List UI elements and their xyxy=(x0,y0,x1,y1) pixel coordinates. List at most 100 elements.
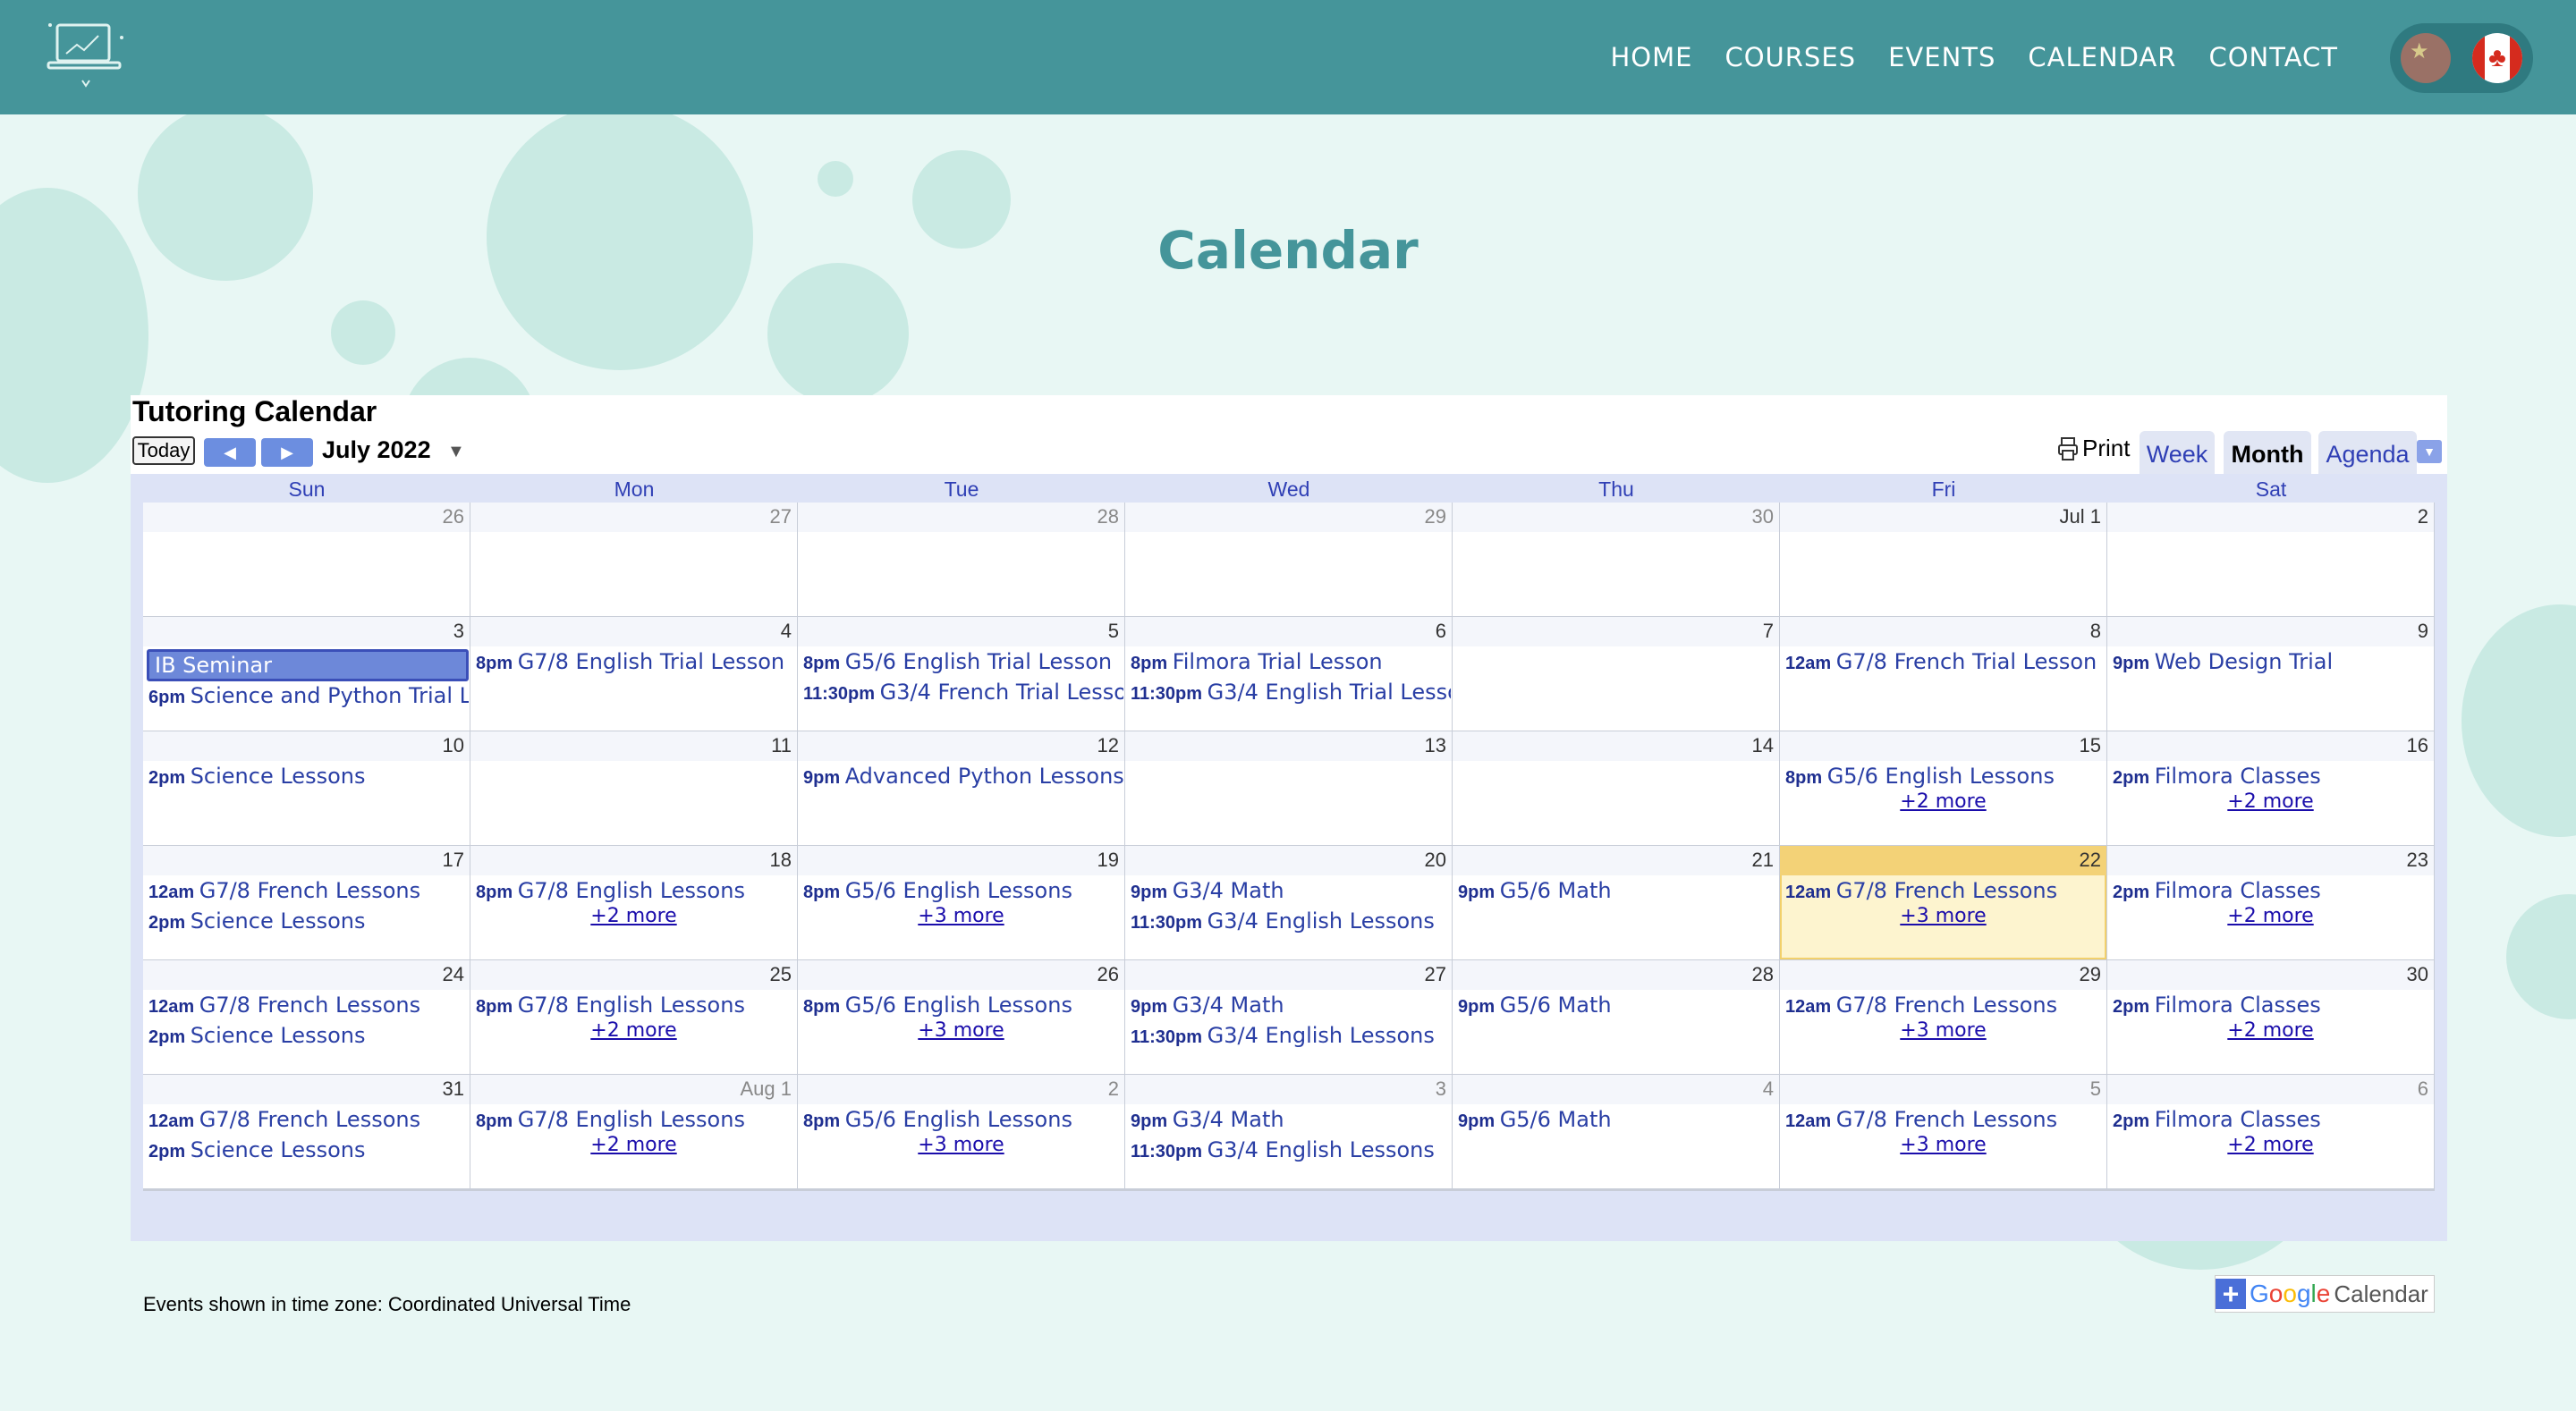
calendar-event[interactable]: 2pm Science Lessons xyxy=(148,908,469,934)
day-cell[interactable]: 13 xyxy=(1125,731,1452,845)
calendar-event[interactable]: 2pm Filmora Classes xyxy=(2113,993,2433,1018)
calendar-event[interactable]: 2pm Filmora Classes xyxy=(2113,1107,2433,1132)
day-cell[interactable]: 8 12am G7/8 French Trial Lesson xyxy=(1780,617,2106,731)
day-number[interactable]: 20 xyxy=(1125,846,1452,875)
day-cell[interactable]: 27 xyxy=(470,503,797,616)
day-number[interactable]: 22 xyxy=(1780,846,2106,875)
day-number[interactable]: 30 xyxy=(2107,960,2434,990)
day-cell[interactable]: 30 xyxy=(1453,503,1779,616)
day-number[interactable]: 4 xyxy=(470,617,797,646)
calendar-event[interactable]: 2pm Filmora Classes xyxy=(2113,878,2433,903)
day-number[interactable]: 29 xyxy=(1780,960,2106,990)
more-events-link[interactable]: +3 more xyxy=(1780,905,2106,927)
day-number[interactable]: 4 xyxy=(1453,1075,1779,1104)
day-cell[interactable]: 5 12am G7/8 French Lessons +3 more xyxy=(1780,1075,2106,1188)
calendar-event[interactable]: 6pm Science and Python Trial Les xyxy=(148,683,469,708)
today-button[interactable]: Today xyxy=(132,436,195,465)
nav-courses[interactable]: COURSES xyxy=(1724,42,1856,72)
calendar-event[interactable]: 9pm Web Design Trial xyxy=(2113,649,2433,674)
day-number[interactable]: 5 xyxy=(798,617,1124,646)
day-number[interactable]: 6 xyxy=(1125,617,1452,646)
calendar-event[interactable]: 9pm G3/4 Math xyxy=(1131,1107,1451,1132)
day-cell[interactable]: 23 2pm Filmora Classes +2 more xyxy=(2107,846,2434,959)
calendar-event[interactable]: 9pm Advanced Python Lessons xyxy=(803,764,1123,789)
calendar-event[interactable]: 11:30pm G3/4 French Trial Lesson xyxy=(803,680,1123,705)
day-number[interactable]: 21 xyxy=(1453,846,1779,875)
calendar-event[interactable]: 8pm G7/8 English Lessons xyxy=(476,1107,796,1132)
calendar-event[interactable]: 12am G7/8 French Lessons xyxy=(1785,878,2106,903)
laptop-logo-icon[interactable] xyxy=(43,18,129,93)
day-number[interactable]: 6 xyxy=(2107,1075,2434,1104)
day-cell[interactable]: 14 xyxy=(1453,731,1779,845)
more-events-link[interactable]: +3 more xyxy=(798,1019,1124,1042)
day-cell[interactable]: 29 xyxy=(1125,503,1452,616)
more-events-link[interactable]: +3 more xyxy=(1780,1134,2106,1156)
day-number[interactable]: 16 xyxy=(2107,731,2434,761)
day-number[interactable]: 11 xyxy=(470,731,797,761)
day-number[interactable]: 26 xyxy=(798,960,1124,990)
day-number[interactable]: 30 xyxy=(1453,503,1779,532)
day-cell[interactable]: 28 xyxy=(798,503,1124,616)
day-cell[interactable]: 9 9pm Web Design Trial xyxy=(2107,617,2434,731)
day-number[interactable]: 27 xyxy=(1125,960,1452,990)
day-cell[interactable]: 24 12am G7/8 French Lessons 2pm Science Le… xyxy=(143,960,470,1074)
day-cell[interactable]: 30 2pm Filmora Classes +2 more xyxy=(2107,960,2434,1074)
prev-month-button[interactable]: ◀ xyxy=(204,438,256,467)
day-number[interactable]: 29 xyxy=(1125,503,1452,532)
day-cell[interactable]: 6 8pm Filmora Trial Lesson 11:30pm G3/4 En… xyxy=(1125,617,1452,731)
day-number[interactable]: 7 xyxy=(1453,617,1779,646)
tab-week[interactable]: Week xyxy=(2140,431,2215,474)
more-events-link[interactable]: +2 more xyxy=(2107,790,2434,813)
calendar-event[interactable]: 8pm G7/8 English Lessons xyxy=(476,878,796,903)
calendar-event[interactable]: 12am G7/8 French Lessons xyxy=(148,993,469,1018)
more-events-link[interactable]: +2 more xyxy=(1780,790,2106,813)
calendar-event[interactable]: 8pm G5/6 English Lessons xyxy=(1785,764,2106,789)
calendar-event[interactable]: 9pm G5/6 Math xyxy=(1458,1107,1778,1132)
more-events-link[interactable]: +2 more xyxy=(2107,1134,2434,1156)
calendar-event[interactable]: 12am G7/8 French Lessons xyxy=(148,1107,469,1132)
google-calendar-badge[interactable]: + Google Calendar xyxy=(2215,1275,2435,1313)
day-cell[interactable]: Aug 1 8pm G7/8 English Lessons +2 more xyxy=(470,1075,797,1188)
day-cell[interactable]: 7 xyxy=(1453,617,1779,731)
calendar-event[interactable]: 9pm G5/6 Math xyxy=(1458,993,1778,1018)
calendar-event[interactable]: 8pm G5/6 English Trial Lesson xyxy=(803,649,1123,674)
day-cell[interactable]: 26 8pm G5/6 English Lessons +3 more xyxy=(798,960,1124,1074)
day-number[interactable]: 8 xyxy=(1780,617,2106,646)
calendar-event[interactable]: 11:30pm G3/4 English Lessons xyxy=(1131,1023,1451,1048)
day-number[interactable]: 3 xyxy=(1125,1075,1452,1104)
calendar-event[interactable]: 9pm G3/4 Math xyxy=(1131,878,1451,903)
day-number[interactable]: 2 xyxy=(798,1075,1124,1104)
day-number[interactable]: 12 xyxy=(798,731,1124,761)
day-number[interactable]: 18 xyxy=(470,846,797,875)
day-number[interactable]: 13 xyxy=(1125,731,1452,761)
day-cell[interactable]: 2 xyxy=(2107,503,2434,616)
day-cell[interactable]: 27 9pm G3/4 Math 11:30pm G3/4 English Less… xyxy=(1125,960,1452,1074)
calendar-event[interactable]: 11:30pm G3/4 English Lessons xyxy=(1131,1137,1451,1162)
calendar-event[interactable]: 9pm G3/4 Math xyxy=(1131,993,1451,1018)
day-cell[interactable]: 21 9pm G5/6 Math xyxy=(1453,846,1779,959)
calendar-event[interactable]: 2pm Science Lessons xyxy=(148,1023,469,1048)
calendar-event[interactable]: 12am G7/8 French Lessons xyxy=(1785,993,2106,1018)
day-cell[interactable]: 12 9pm Advanced Python Lessons xyxy=(798,731,1124,845)
day-cell[interactable]: 11 xyxy=(470,731,797,845)
day-cell[interactable]: 6 2pm Filmora Classes +2 more xyxy=(2107,1075,2434,1188)
day-cell[interactable]: 29 12am G7/8 French Lessons +3 more xyxy=(1780,960,2106,1074)
day-cell-today[interactable]: 22 12am G7/8 French Lessons +3 more xyxy=(1780,846,2106,959)
day-cell[interactable]: 5 8pm G5/6 English Trial Lesson 11:30pm G3… xyxy=(798,617,1124,731)
tab-agenda[interactable]: Agenda xyxy=(2318,431,2417,474)
day-cell[interactable]: 10 2pm Science Lessons xyxy=(143,731,470,845)
calendar-event[interactable]: 8pm G7/8 English Trial Lesson xyxy=(476,649,796,674)
calendar-event[interactable]: 9pm G5/6 Math xyxy=(1458,878,1778,903)
more-events-link[interactable]: +2 more xyxy=(2107,905,2434,927)
day-cell[interactable]: 19 8pm G5/6 English Lessons +3 more xyxy=(798,846,1124,959)
more-events-link[interactable]: +3 more xyxy=(1780,1019,2106,1042)
day-cell[interactable]: 16 2pm Filmora Classes +2 more xyxy=(2107,731,2434,845)
day-number[interactable]: 19 xyxy=(798,846,1124,875)
day-cell[interactable]: 4 9pm G5/6 Math xyxy=(1453,1075,1779,1188)
calendar-event[interactable]: 11:30pm G3/4 English Trial Lessor xyxy=(1131,680,1451,705)
day-cell[interactable]: 31 12am G7/8 French Lessons 2pm Science Le… xyxy=(143,1075,470,1188)
day-cell[interactable]: 3 9pm G3/4 Math 11:30pm G3/4 English Lesso… xyxy=(1125,1075,1452,1188)
calendar-event[interactable]: 12am G7/8 French Lessons xyxy=(148,878,469,903)
day-number[interactable]: 23 xyxy=(2107,846,2434,875)
day-cell[interactable]: 3 IB Seminar 6pm Science and Python Trial … xyxy=(143,617,470,731)
